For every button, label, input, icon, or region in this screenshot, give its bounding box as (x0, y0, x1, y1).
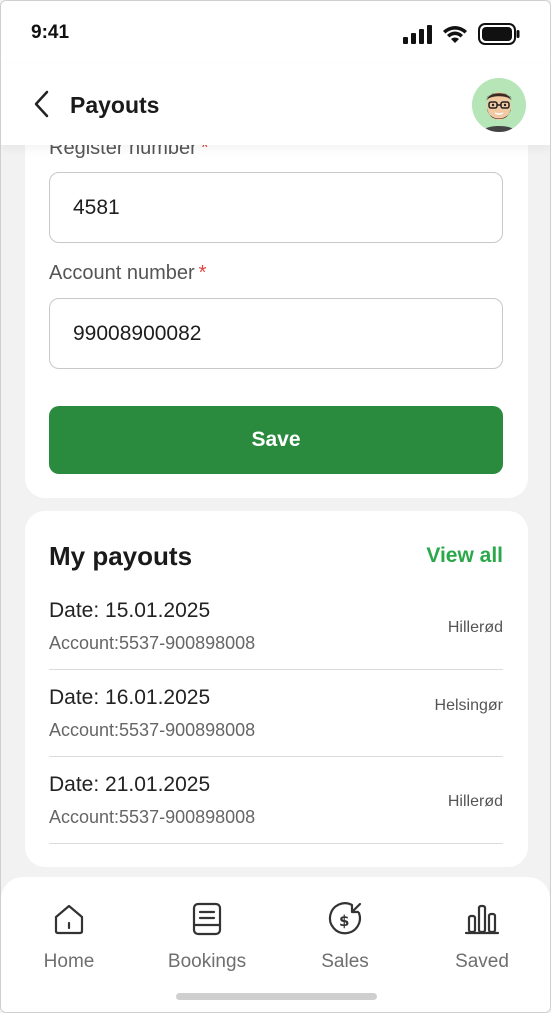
register-number-input[interactable]: 4581 (49, 172, 503, 243)
nav-label: Home (43, 951, 95, 972)
account-number-label: Account number * (49, 262, 207, 284)
signal-icon (402, 24, 432, 49)
bank-details-card: Register number * 4581 Account number * 99… (25, 145, 528, 498)
payout-date: Date: 21.01.2025 (49, 773, 211, 796)
nav-item-bookings[interactable]: Bookings (147, 899, 267, 979)
nav-item-sales[interactable]: $ Sales (285, 899, 405, 979)
view-all-link[interactable]: View all (426, 544, 503, 568)
bookings-icon (187, 899, 227, 939)
nav-label: Sales (321, 951, 369, 972)
account-number-input[interactable]: 99008900082 (49, 298, 503, 369)
nav-item-saved[interactable]: Saved (422, 899, 542, 979)
page-title: Payouts (70, 92, 160, 118)
required-mark: * (198, 262, 207, 284)
nav-label: Bookings (167, 951, 247, 972)
payout-row[interactable]: Date: 15.01.2025 Account:5537-900898008 … (49, 583, 503, 670)
status-icons (402, 23, 520, 50)
bottom-navigation: Home Bookings $ Sales Saved (1, 877, 550, 1012)
payouts-title: My payouts (49, 541, 193, 571)
payout-account: Account:5537-900898008 (49, 807, 256, 827)
my-payouts-card: My payouts View all Date: 15.01.2025 Acc… (25, 511, 528, 867)
chevron-left-icon (32, 89, 50, 124)
account-number-value: 99008900082 (73, 321, 202, 345)
payout-city: Helsingør (434, 697, 503, 714)
app-header: Payouts (1, 63, 550, 145)
payout-city: Hillerød (447, 793, 503, 810)
payout-account: Account:5537-900898008 (49, 720, 256, 740)
battery-icon (478, 23, 520, 50)
nav-item-home[interactable]: Home (9, 899, 129, 979)
register-number-label: Register number * (49, 145, 209, 160)
home-indicator[interactable] (176, 993, 377, 1000)
sales-icon: $ (325, 899, 365, 939)
payout-account: Account:5537-900898008 (49, 633, 256, 653)
status-bar: 9:41 (1, 1, 550, 63)
payout-date: Date: 15.01.2025 (49, 599, 211, 622)
register-number-value: 4581 (73, 195, 120, 219)
payout-date: Date: 16.01.2025 (49, 686, 211, 709)
user-avatar-icon (472, 78, 526, 132)
save-button[interactable]: Save (49, 406, 503, 474)
avatar[interactable] (472, 78, 526, 132)
svg-text:$: $ (339, 912, 349, 930)
home-icon (49, 899, 89, 939)
status-time: 9:41 (31, 22, 70, 43)
payout-city: Hillerød (447, 619, 503, 636)
payout-row[interactable]: Date: 21.01.2025 Account:5537-900898008 … (49, 757, 503, 844)
saved-icon (462, 899, 502, 939)
phone-screen: 9:41 Register number * 4581 Account numb… (0, 0, 551, 1013)
payout-row[interactable]: Date: 16.01.2025 Account:5537-900898008 … (49, 670, 503, 757)
nav-label: Saved (455, 951, 509, 972)
wifi-icon (442, 24, 468, 49)
back-button[interactable] (29, 89, 53, 124)
content-scroll[interactable]: Register number * 4581 Account number * 99… (1, 145, 550, 877)
required-mark: * (200, 145, 209, 159)
